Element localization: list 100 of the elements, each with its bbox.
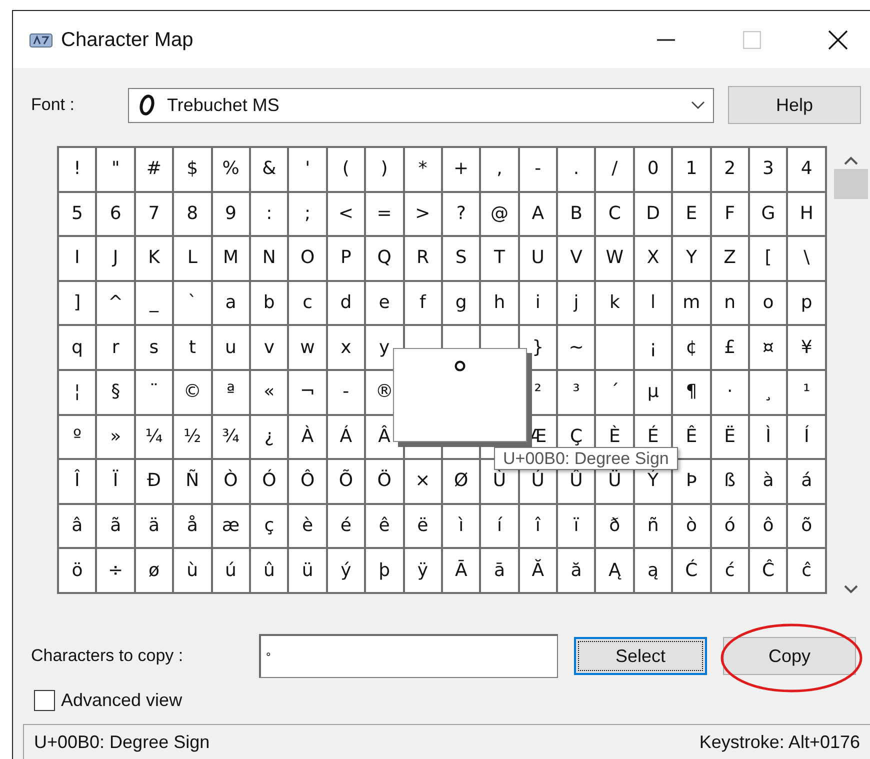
character-glyph[interactable]: P <box>340 249 352 268</box>
character-glyph[interactable]: X <box>646 249 660 268</box>
blank-cell[interactable] <box>596 326 635 371</box>
character-glyph[interactable]: ì <box>458 517 464 536</box>
character-glyph[interactable]: p <box>800 294 812 312</box>
character-glyph[interactable]: ¾ <box>222 428 240 446</box>
character-glyph[interactable]: © <box>183 383 202 402</box>
character-glyph[interactable]: í <box>496 517 502 536</box>
character-glyph[interactable]: Ï <box>112 472 118 490</box>
character-glyph[interactable]: ý <box>340 562 352 580</box>
character-glyph[interactable]: w <box>300 338 315 357</box>
character-glyph[interactable]: ë <box>417 517 428 536</box>
character-glyph[interactable]: ] <box>74 294 81 312</box>
character-glyph[interactable]: é <box>340 517 352 536</box>
character-glyph[interactable]: £ <box>724 338 736 357</box>
character-glyph[interactable]: É <box>647 428 659 446</box>
character-glyph[interactable]: ² <box>534 383 542 402</box>
character-glyph[interactable]: _ <box>149 294 158 312</box>
character-glyph[interactable]: á <box>801 472 812 490</box>
character-glyph[interactable]: ! <box>74 160 81 178</box>
character-glyph[interactable]: Ü <box>608 472 622 490</box>
character-glyph[interactable]: ¡ <box>649 338 657 357</box>
character-glyph[interactable]: O <box>300 249 315 268</box>
character-glyph[interactable]: , <box>496 160 502 178</box>
character-glyph[interactable]: V <box>570 249 582 268</box>
character-glyph[interactable]: Þ <box>686 472 697 490</box>
character-glyph[interactable]: } <box>532 338 544 357</box>
character-glyph[interactable]: n <box>724 294 736 312</box>
character-glyph[interactable]: l <box>650 294 656 312</box>
character-glyph[interactable]: Ý <box>648 472 659 490</box>
character-glyph[interactable]: \ <box>804 249 810 268</box>
character-glyph[interactable]: ò <box>686 517 697 536</box>
character-glyph[interactable]: y <box>378 338 390 357</box>
character-glyph[interactable]: Û <box>570 472 583 490</box>
character-glyph[interactable]: + <box>454 160 469 178</box>
character-glyph[interactable]: ® <box>375 383 394 402</box>
character-glyph[interactable]: U <box>531 249 544 268</box>
character-glyph[interactable]: ö <box>72 562 83 580</box>
character-glyph[interactable]: ´ <box>610 383 620 402</box>
characters-to-copy-field[interactable]: ° <box>259 634 558 678</box>
character-glyph[interactable]: å <box>186 517 198 536</box>
character-glyph[interactable]: Ā <box>454 562 468 580</box>
character-glyph[interactable]: ð <box>609 517 620 536</box>
character-glyph[interactable]: g <box>455 294 467 312</box>
character-glyph[interactable]: S <box>455 249 467 268</box>
character-glyph[interactable]: ā <box>494 562 505 580</box>
character-glyph[interactable]: ă <box>570 562 582 580</box>
character-glyph[interactable]: ½ <box>184 428 202 446</box>
character-glyph[interactable]: u <box>225 338 236 357</box>
character-glyph[interactable]: > <box>415 204 430 223</box>
character-glyph[interactable]: % <box>222 160 240 178</box>
character-glyph[interactable]: æ <box>222 517 240 536</box>
character-glyph[interactable]: ¼ <box>145 428 163 446</box>
character-glyph[interactable]: Ö <box>377 472 392 490</box>
character-glyph[interactable]: µ <box>647 383 659 402</box>
character-glyph[interactable]: À <box>301 428 314 446</box>
character-glyph[interactable]: # <box>146 160 162 178</box>
advanced-view-checkbox[interactable] <box>34 690 55 711</box>
character-glyph[interactable]: s <box>149 338 159 357</box>
character-glyph[interactable]: " <box>111 160 120 178</box>
character-glyph[interactable]: * <box>418 160 428 178</box>
character-glyph[interactable]: ¿ <box>264 428 274 446</box>
character-glyph[interactable]: ¬ <box>300 383 316 402</box>
character-glyph[interactable]: ø <box>148 562 160 580</box>
character-glyph[interactable]: Ć <box>685 562 698 580</box>
character-glyph[interactable]: 6 <box>110 204 122 223</box>
character-glyph[interactable]: 7 <box>148 204 160 223</box>
character-glyph[interactable]: q <box>71 338 83 357</box>
character-glyph[interactable]: ³ <box>572 383 580 402</box>
character-glyph[interactable]: 9 <box>225 204 236 223</box>
character-glyph[interactable]: ä <box>148 517 160 536</box>
character-glyph[interactable]: ó <box>724 517 736 536</box>
character-glyph[interactable]: e <box>378 294 390 312</box>
character-glyph[interactable]: Z <box>724 249 736 268</box>
character-glyph[interactable]: T <box>494 249 505 268</box>
character-glyph[interactable]: ô <box>762 517 774 536</box>
character-glyph[interactable]: Ą <box>608 562 621 580</box>
character-glyph[interactable]: K <box>148 249 160 268</box>
character-glyph[interactable]: Ú <box>531 472 544 490</box>
character-glyph[interactable]: ª <box>226 383 235 402</box>
scrollbar-thumb[interactable] <box>834 169 868 199</box>
character-glyph[interactable]: ú <box>225 562 236 580</box>
character-glyph[interactable]: E <box>686 204 698 223</box>
character-glyph[interactable]: t <box>188 338 196 357</box>
character-glyph[interactable]: õ <box>801 517 812 536</box>
character-glyph[interactable]: ; <box>304 204 311 223</box>
help-button[interactable]: Help <box>728 86 861 124</box>
character-glyph[interactable]: ¥ <box>800 338 812 357</box>
character-glyph[interactable]: ( <box>342 160 350 178</box>
character-glyph[interactable]: ¦ <box>74 383 80 402</box>
character-glyph[interactable]: ñ <box>647 517 659 536</box>
character-glyph[interactable]: r <box>112 338 120 357</box>
character-glyph[interactable]: ć <box>724 562 735 580</box>
character-glyph[interactable]: B <box>570 204 582 223</box>
character-glyph[interactable]: ) <box>380 160 388 178</box>
character-glyph[interactable]: « <box>264 383 275 402</box>
character-glyph[interactable]: ç <box>264 517 274 536</box>
character-glyph[interactable]: î <box>535 517 540 536</box>
character-glyph[interactable]: ù <box>186 562 198 580</box>
character-glyph[interactable]: ? <box>456 204 466 223</box>
